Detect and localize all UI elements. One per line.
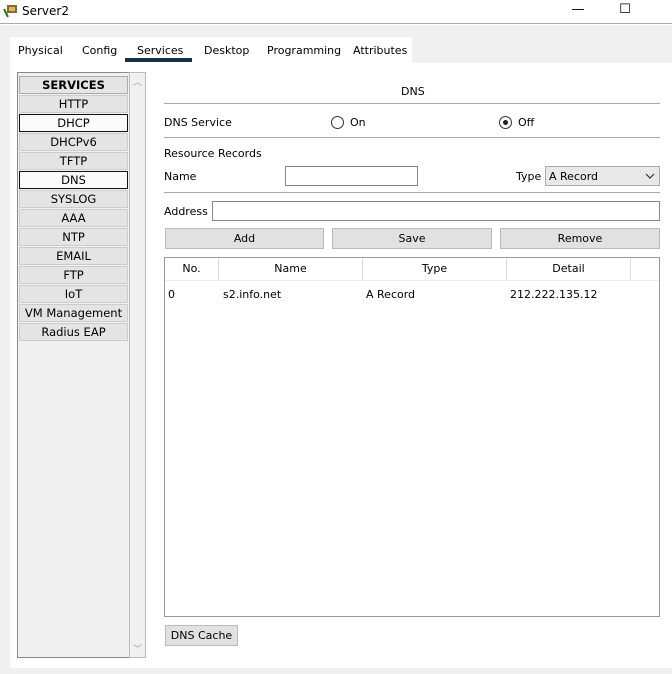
table-row[interactable]: 0 s2.info.net A Record 212.222.135.12 [165, 284, 659, 304]
sidebar-item-tftp[interactable]: TFTP [19, 152, 128, 170]
dns-off-radio[interactable] [499, 116, 512, 129]
column-header-detail[interactable]: Detail [507, 258, 631, 280]
dns-on-radio[interactable] [331, 116, 344, 129]
type-label: Type [516, 170, 542, 183]
address-input[interactable] [212, 201, 660, 221]
sidebar-item-dns[interactable]: DNS [19, 171, 128, 189]
sidebar-item-http[interactable]: HTTP [19, 95, 128, 113]
tab-desktop[interactable]: Desktop [204, 44, 249, 57]
chevron-down-icon [645, 173, 655, 179]
tab-physical[interactable]: Physical [18, 44, 63, 57]
minimize-button[interactable]: — [566, 2, 590, 20]
scroll-down-icon[interactable]: ﹀ [133, 642, 142, 655]
column-header-type[interactable]: Type [363, 258, 507, 280]
cell-type: A Record [366, 288, 416, 301]
dns-off-label: Off [518, 116, 535, 129]
add-button[interactable]: Add [165, 228, 324, 249]
resource-records-label: Resource Records [164, 147, 262, 160]
name-label: Name [164, 170, 197, 183]
cell-no: 0 [168, 288, 175, 301]
dns-cache-button[interactable]: DNS Cache [165, 625, 238, 646]
sidebar-item-ftp[interactable]: FTP [19, 266, 128, 284]
maximize-button[interactable]: ☐ [613, 2, 637, 20]
remove-button[interactable]: Remove [500, 228, 660, 249]
type-select-value: A Record [549, 170, 599, 183]
tab-services[interactable]: Services [137, 44, 183, 57]
dns-records-table [164, 257, 660, 617]
dns-on-label: On [350, 116, 366, 129]
address-label: Address [164, 205, 208, 218]
sidebar-item-radius-eap[interactable]: Radius EAP [19, 323, 128, 341]
divider [164, 103, 660, 104]
dns-service-label: DNS Service [164, 116, 232, 129]
sidebar-item-email[interactable]: EMAIL [19, 247, 128, 265]
sidebar-item-aaa[interactable]: AAA [19, 209, 128, 227]
cell-detail: 212.222.135.12 [510, 288, 598, 301]
header-divider [165, 280, 659, 281]
scroll-up-icon[interactable]: ︿ [133, 75, 142, 88]
tab-programming[interactable]: Programming [267, 44, 341, 57]
sidebar-item-dhcp[interactable]: DHCP [19, 114, 128, 132]
divider [164, 192, 660, 193]
window-title: Server2 [22, 4, 69, 18]
tab-attributes[interactable]: Attributes [353, 44, 407, 57]
sidebar-item-vm-management[interactable]: VM Management [19, 304, 128, 322]
sidebar-item-syslog[interactable]: SYSLOG [19, 190, 128, 208]
app-icon [3, 5, 17, 18]
cell-name: s2.info.net [223, 288, 282, 301]
sidebar-item-iot[interactable]: IoT [19, 285, 128, 303]
active-tab-indicator [125, 58, 192, 62]
sidebar-item-dhcpv6[interactable]: DHCPv6 [19, 133, 128, 151]
divider [164, 137, 660, 138]
title-bar: Server2 — ☐ [0, 0, 672, 24]
dns-title: DNS [401, 85, 425, 98]
save-button[interactable]: Save [332, 228, 492, 249]
name-input[interactable] [285, 166, 418, 186]
sidebar-item-ntp[interactable]: NTP [19, 228, 128, 246]
column-header-name[interactable]: Name [219, 258, 363, 280]
services-header: SERVICES [19, 76, 128, 94]
column-header-no[interactable]: No. [165, 258, 219, 280]
services-list-scrollbar[interactable]: ︿ ﹀ [129, 72, 146, 658]
tab-config[interactable]: Config [82, 44, 117, 57]
type-select[interactable]: A Record [545, 166, 660, 186]
